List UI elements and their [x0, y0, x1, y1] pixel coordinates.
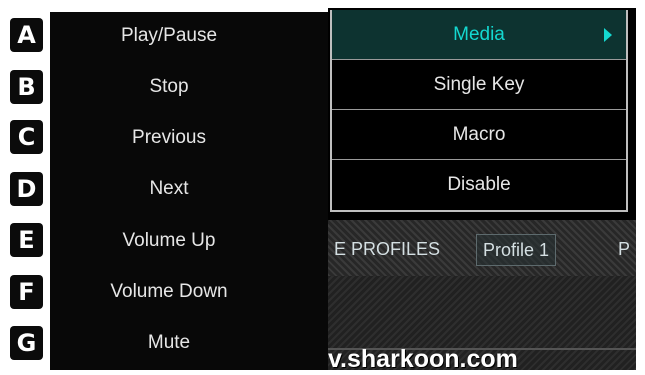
profile-next-tab[interactable]: P: [616, 234, 632, 264]
menu-item-media-label: Media: [453, 24, 505, 45]
media-function-list: Play/Pause Stop Previous Next Volume Up …: [50, 12, 328, 370]
badge-g: G: [10, 326, 43, 360]
sharkoon-url: v.sharkoon.com: [328, 345, 518, 373]
menu-item-play-pause[interactable]: Play/Pause: [50, 16, 288, 56]
menu-item-volume-down[interactable]: Volume Down: [50, 272, 288, 312]
menu-item-mute[interactable]: Mute: [50, 323, 288, 363]
profile-1-tab[interactable]: Profile 1: [476, 234, 557, 266]
menu-item-volume-up[interactable]: Volume Up: [50, 221, 288, 261]
badge-a: A: [10, 18, 43, 52]
menu-item-media[interactable]: Media: [332, 10, 626, 60]
menu-item-disable[interactable]: Disable: [332, 160, 626, 210]
menu-item-previous[interactable]: Previous: [50, 118, 288, 158]
badge-d: D: [10, 172, 43, 206]
menu-item-macro[interactable]: Macro: [332, 110, 626, 160]
profile-strip: E PROFILES Profile 1 P: [328, 220, 636, 276]
menu-item-next[interactable]: Next: [50, 169, 288, 209]
badge-f: F: [10, 275, 43, 309]
triangle-right-icon: [604, 28, 612, 42]
badge-b: B: [10, 70, 43, 104]
key-assignment-menu: Media Single Key Macro Disable: [330, 10, 628, 212]
profiles-tab[interactable]: E PROFILES: [328, 234, 446, 264]
menu-item-single-key[interactable]: Single Key: [332, 60, 626, 110]
badge-c: C: [10, 120, 43, 154]
menu-item-stop[interactable]: Stop: [50, 67, 288, 107]
badge-e: E: [10, 223, 43, 257]
